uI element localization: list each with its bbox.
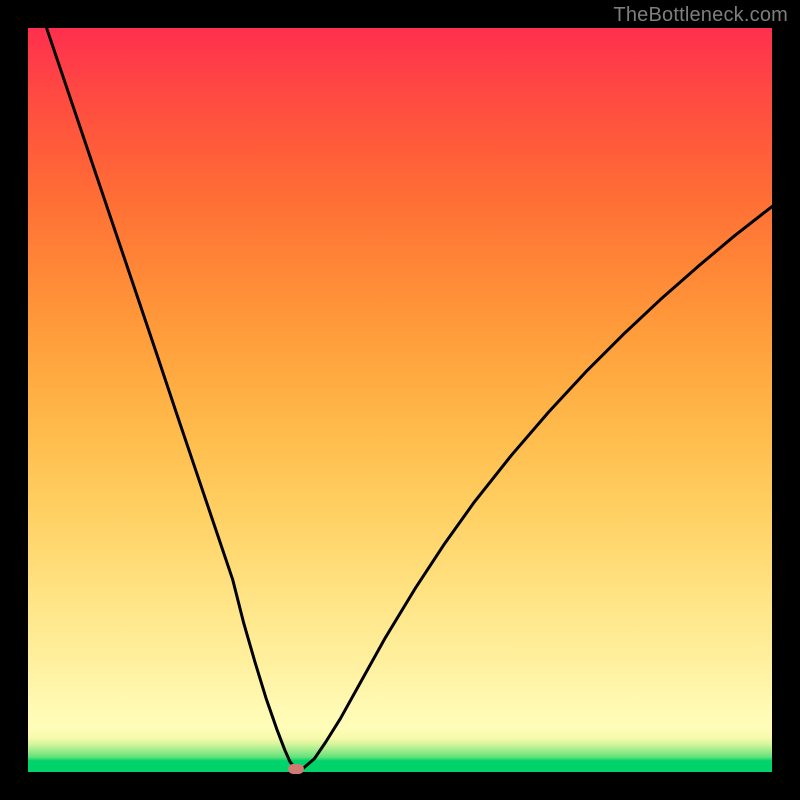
bottleneck-curve <box>47 28 772 769</box>
chart-frame: TheBottleneck.com <box>0 0 800 800</box>
marker-dot <box>288 764 304 774</box>
watermark-text: TheBottleneck.com <box>613 4 788 27</box>
curve-svg <box>28 28 772 772</box>
plot-area <box>28 28 772 772</box>
